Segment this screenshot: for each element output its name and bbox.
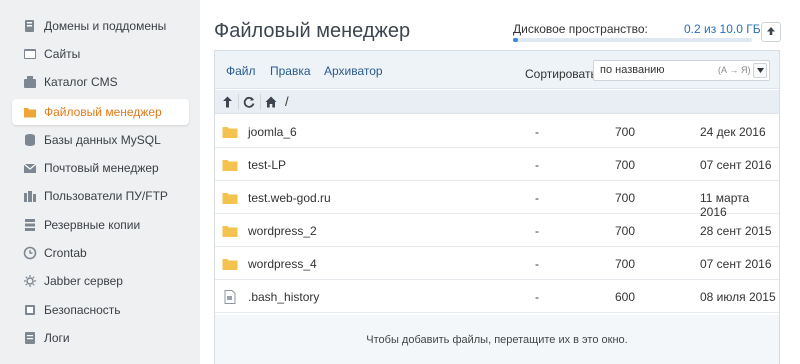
- file-size: -: [535, 158, 539, 172]
- drop-zone[interactable]: Чтобы добавить файлы, перетащите их в эт…: [215, 315, 779, 364]
- sites-icon: [22, 46, 38, 62]
- file-date: 08 июля 2015: [700, 290, 776, 304]
- refresh-icon[interactable]: [241, 94, 257, 110]
- sort-select[interactable]: по названию (А → Я): [593, 60, 770, 81]
- folder-icon: [222, 224, 238, 238]
- cms-catalog-icon: [22, 74, 38, 90]
- database-icon: [22, 132, 38, 148]
- file-name: wordpress_2: [248, 224, 317, 238]
- sidebar-item-mail[interactable]: Почтовый менеджер: [12, 155, 189, 181]
- file-size: -: [535, 125, 539, 139]
- path-separator: [238, 94, 239, 110]
- sidebar-item-label: Crontab: [44, 246, 87, 260]
- sidebar-item-label: Логи: [44, 331, 70, 345]
- sidebar-item-label: Домены и поддомены: [44, 19, 167, 33]
- file-permissions: 700: [615, 191, 636, 205]
- file-name: wordpress_4: [248, 257, 317, 271]
- file-name: test.web-god.ru: [248, 191, 331, 205]
- file-permissions: 600: [615, 290, 636, 304]
- sidebar-item-mysql[interactable]: Базы данных MySQL: [12, 127, 189, 153]
- collapse-button[interactable]: [761, 22, 781, 42]
- clock-icon: [22, 245, 38, 261]
- logs-icon: [22, 330, 38, 346]
- file-manager: Файл Правка Архиватор Сортировать: по на…: [214, 50, 780, 364]
- menu-edit[interactable]: Правка: [270, 64, 311, 78]
- sidebar-item-label: Пользователи ПУ/FTP: [44, 189, 168, 203]
- folder-icon: [222, 125, 238, 139]
- file-date: 07 сент 2016: [700, 257, 772, 271]
- path-bar: /: [215, 90, 779, 114]
- sidebar-item-label: Файловый менеджер: [44, 105, 162, 119]
- sidebar-item-file-manager[interactable]: Файловый менеджер: [12, 99, 189, 125]
- sidebar-item-jabber[interactable]: Jabber сервер: [12, 268, 189, 294]
- menu-archiver[interactable]: Архиватор: [324, 64, 383, 78]
- users-icon: [22, 188, 38, 204]
- sidebar-item-logs[interactable]: Логи: [12, 325, 189, 351]
- disk-usage-bar: [513, 38, 752, 42]
- file-permissions: 700: [615, 125, 636, 139]
- drop-zone-text: Чтобы добавить файлы, перетащите их в эт…: [366, 334, 628, 346]
- file-name: .bash_history: [248, 290, 320, 304]
- disk-usage-fill: [513, 38, 518, 42]
- home-icon[interactable]: [263, 94, 279, 110]
- main-panel: Файловый менеджер Дисковое пространство:…: [200, 0, 800, 364]
- folder-icon: [222, 257, 238, 271]
- disk-space-value[interactable]: 0.2 из 10.0 ГБ: [684, 22, 761, 36]
- folder-icon: [222, 158, 238, 172]
- file-name: joomla_6: [248, 125, 297, 139]
- backup-icon: [22, 217, 38, 233]
- file-date: 07 сент 2016: [700, 158, 772, 172]
- sidebar-item-label: Jabber сервер: [44, 274, 123, 288]
- sidebar-item-security[interactable]: Безопасность: [12, 297, 189, 323]
- shield-icon: [22, 302, 38, 318]
- current-path: /: [285, 94, 289, 109]
- sidebar-item-label: Безопасность: [44, 303, 121, 317]
- domains-icon: [22, 18, 38, 34]
- file-row[interactable]: test.web-god.ru -700 11 марта 2016: [215, 181, 779, 219]
- folder-icon: [222, 191, 238, 205]
- sidebar-item-users[interactable]: Пользователи ПУ/FTP: [12, 183, 189, 209]
- file-date: 28 сент 2015: [700, 224, 772, 238]
- sidebar-item-label: Каталог CMS: [44, 75, 118, 89]
- sidebar-item-cms[interactable]: Каталог CMS: [12, 69, 189, 95]
- page-title: Файловый менеджер: [214, 20, 411, 42]
- toolbar: Файл Правка Архиватор Сортировать: по на…: [215, 51, 779, 89]
- sort-order-hint: (А → Я): [718, 65, 751, 75]
- file-size: -: [535, 224, 539, 238]
- arrow-up-icon: [766, 25, 776, 39]
- file-row[interactable]: test-LP - 700 07 сент 2016: [215, 148, 779, 181]
- arrow-up-icon[interactable]: [219, 94, 235, 110]
- sidebar-item-label: Почтовый менеджер: [44, 161, 159, 175]
- sidebar-item-backup[interactable]: Резервные копии: [12, 212, 189, 238]
- file-permissions: 700: [615, 158, 636, 172]
- chevron-down-icon[interactable]: [753, 63, 767, 78]
- sidebar-item-label: Резервные копии: [44, 218, 141, 232]
- file-size: -: [535, 191, 539, 205]
- file-row[interactable]: wordpress_4 - 700 07 сент 2016: [215, 247, 779, 280]
- file-row[interactable]: .bash_history - 600 08 июля 2015: [215, 280, 779, 313]
- file-date: 24 дек 2016: [700, 125, 766, 139]
- sidebar-item-sites[interactable]: Сайты: [12, 41, 189, 67]
- sidebar: Домены и поддомены Сайты Каталог CMS Фай…: [0, 0, 196, 364]
- folder-icon: [22, 104, 38, 120]
- file-row[interactable]: wordpress_2 - 700 28 сент 2015: [215, 214, 779, 247]
- sort-label: Сортировать:: [525, 67, 601, 81]
- path-separator: [260, 94, 261, 110]
- file-permissions: 700: [615, 224, 636, 238]
- file-size: -: [535, 257, 539, 271]
- sidebar-item-label: Базы данных MySQL: [44, 133, 161, 147]
- menu-file[interactable]: Файл: [226, 64, 256, 78]
- sort-value: по названию: [600, 64, 665, 76]
- sidebar-item-domains[interactable]: Домены и поддомены: [12, 13, 189, 39]
- disk-space-label: Дисковое пространство:: [513, 22, 648, 36]
- file-permissions: 700: [615, 257, 636, 271]
- mail-icon: [22, 160, 38, 176]
- file-size: -: [535, 290, 539, 304]
- jabber-icon: [22, 273, 38, 289]
- sidebar-item-label: Сайты: [44, 47, 81, 61]
- file-name: test-LP: [248, 158, 287, 172]
- file-icon: [222, 290, 238, 304]
- sidebar-item-crontab[interactable]: Crontab: [12, 240, 189, 266]
- file-row[interactable]: joomla_6 - 700 24 дек 2016: [215, 115, 779, 148]
